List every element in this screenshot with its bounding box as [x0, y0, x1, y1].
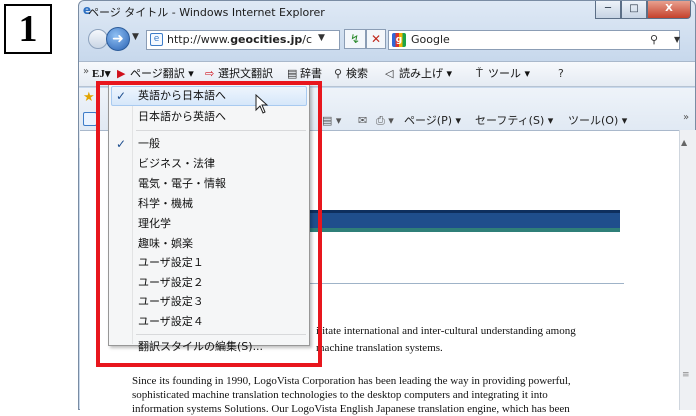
tools-icon: Ť	[476, 67, 483, 80]
scroll-grip-icon[interactable]: ≡	[682, 370, 690, 380]
close-button[interactable]: X	[647, 1, 691, 19]
search-icon[interactable]: ⚲	[650, 33, 658, 46]
search-dropdown-icon[interactable]: ▼	[674, 35, 680, 44]
forward-button[interactable]: ➜	[106, 27, 130, 51]
vertical-scrollbar[interactable]	[679, 130, 696, 410]
page-divider	[310, 283, 624, 284]
page-menu-button[interactable]: ページ(P) ▾	[404, 113, 461, 129]
intro-text-line-1: ilitate international and inter-cultural…	[316, 325, 576, 337]
stop-icon[interactable]: ✕	[366, 29, 386, 49]
mail-icon[interactable]: ✉	[358, 113, 367, 129]
back-button[interactable]	[88, 29, 108, 49]
page-translate-button[interactable]: ページ翻訳 ▾	[130, 66, 194, 82]
search-button[interactable]: 検索	[346, 66, 368, 82]
help-icon[interactable]: ?	[558, 66, 564, 82]
search-input[interactable]: Google	[388, 30, 680, 50]
maximize-button[interactable]: □	[621, 1, 647, 19]
selection-translate-icon: ⇨	[205, 67, 215, 80]
selection-translate-button[interactable]: 選択文翻訳	[218, 66, 273, 82]
window-title: ページ タイトル - Windows Internet Explorer	[88, 6, 325, 19]
safety-menu-button[interactable]: セーフティ(S) ▾	[475, 113, 553, 129]
print-icon[interactable]: ⎙ ▾	[376, 113, 394, 129]
history-dropdown-icon[interactable]: ▼	[132, 32, 139, 42]
command-chevron-icon[interactable]: »	[683, 112, 689, 123]
paragraph-line-2: sophisticated machine translation techno…	[132, 389, 548, 401]
page-banner	[300, 210, 620, 232]
feeds-icon[interactable]: ▤ ▾	[322, 113, 341, 129]
url-suffix: /c	[302, 33, 312, 46]
toolbar-chevron-icon[interactable]: »	[83, 66, 89, 77]
magnifier-icon: ⚲	[334, 67, 343, 80]
page-translate-arrow-icon: ▶	[117, 67, 126, 80]
tools-menu-button[interactable]: ツール(O) ▾	[568, 113, 627, 129]
speaker-icon: ◁	[385, 67, 394, 80]
address-dropdown-icon[interactable]: ▼	[318, 33, 325, 43]
tab-page-icon[interactable]	[83, 112, 97, 126]
scroll-up-icon[interactable]: ▲	[681, 138, 687, 147]
ej-menu-button[interactable]: EJ▾	[92, 66, 110, 82]
address-bar[interactable]: http://www.geocities.jp/c	[146, 30, 340, 50]
url-domain: geocities.jp	[230, 33, 303, 46]
page-icon: e	[150, 33, 163, 46]
minimize-button[interactable]: ─	[595, 1, 621, 19]
dictionary-icon: ▤	[287, 67, 298, 80]
red-highlight-frame	[96, 81, 322, 367]
url-prefix: http://www.	[167, 33, 231, 46]
step-number-badge: 1	[4, 4, 52, 54]
dictionary-button[interactable]: 辞書	[300, 66, 322, 82]
paragraph-line-3: information systems Solutions. Our LogoV…	[132, 403, 570, 415]
tools-button[interactable]: ツール ▾	[488, 66, 530, 82]
intro-text-line-2: machine translation systems.	[316, 342, 443, 354]
favorites-star-icon[interactable]: ★	[83, 90, 95, 105]
paragraph-line-1: Since its founding in 1990, LogoVista Co…	[132, 375, 571, 387]
refresh-icon[interactable]: ↯	[344, 29, 366, 49]
google-logo-icon: g	[392, 33, 406, 47]
read-aloud-button[interactable]: 読み上げ ▾	[399, 66, 452, 82]
